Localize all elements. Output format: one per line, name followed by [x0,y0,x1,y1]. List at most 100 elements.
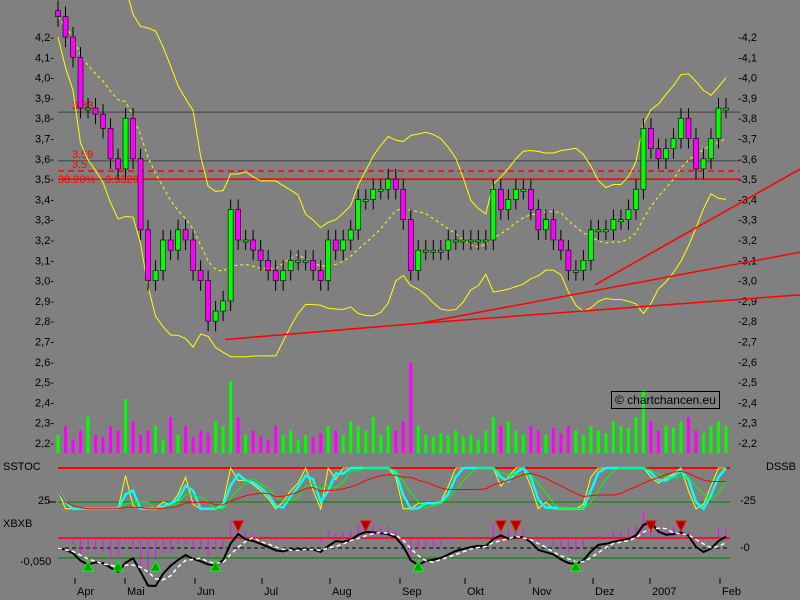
bollinger-lower [57,36,727,358]
candle-body [302,259,309,263]
volume-bar [589,426,593,453]
y-tick-left: 3,5- [35,174,54,186]
volume-bar [686,417,690,453]
volume-bar [604,433,608,453]
stoch-d [57,467,727,510]
y-tick-right: -3,4 [738,194,757,206]
volume-bar [544,435,548,453]
chart-canvas: -4,2 4,2- -4,1 4,1- -4,0 4,0- -3,9 3,9- -3,8 3,8-… [35,0,800,598]
xbxb-tick: -0,050 [20,556,52,568]
volume-bar [289,430,293,453]
candle-body [355,199,362,231]
volume-bar [446,435,450,453]
candle-body [175,229,181,251]
month-label: Aug [332,586,352,598]
y-tick-left: 3,6- [35,154,54,166]
y-tick-right: -3,9 [738,93,757,105]
y-tick-left: 2,9- [35,296,54,308]
volume-bar [574,430,578,453]
volume-bar [461,436,465,453]
volume-bar [274,426,278,453]
y-tick-left: 2,6- [35,357,54,369]
candle-body [122,117,129,170]
y-tick-left: 4,2- [35,32,54,44]
candle-body [310,259,316,271]
candle-body [407,219,414,271]
xbxb-tick-right: -0 [740,542,750,554]
candle-body [160,239,166,271]
trendline [420,251,800,324]
candle-body [392,178,399,190]
candle-body [167,239,174,251]
bollinger-upper [128,0,727,229]
volume-bar [56,435,60,453]
volume-bar [439,433,443,453]
volume-bar [266,439,270,453]
volume-bar [154,426,158,453]
volume-bar [559,433,563,453]
volume-bar [334,430,338,453]
y-tick-left: 2,3- [35,418,54,430]
y-tick-right: -2,2 [738,438,757,450]
volume-bar [454,430,458,453]
candle-body [483,239,489,243]
volume-bar [401,421,405,453]
candle-body [325,239,332,281]
candle-body [580,259,587,271]
candle-body [543,219,549,231]
candle-body [55,10,61,17]
candle-body [505,199,512,210]
candle-body [430,249,437,253]
bollinger-mid [57,16,727,273]
volume-bar [341,435,345,453]
volume-bar [551,427,555,453]
y-tick-right: -3,0 [738,276,757,288]
candle-body [220,300,226,312]
candle-body [715,107,722,139]
y-tick-right: -2,8 [738,316,757,328]
y-tick-left: 2,8- [35,316,54,328]
candle-body [520,188,527,192]
sell-signal-icon [232,520,244,533]
candle-body [558,239,564,251]
volume-bar [131,421,135,453]
candle-body [317,270,324,281]
candle-body [468,239,474,243]
candle-body [655,148,662,160]
y-tick-right: -3,2 [738,235,757,247]
candle-body [640,128,647,190]
month-label: Nov [532,586,552,598]
candle-body [685,117,692,139]
y-tick-left: 2,7- [35,337,54,349]
candle-body [70,36,76,58]
candle-body [723,107,729,111]
candle-body [182,229,189,241]
candle-body [528,188,534,210]
candle-body [235,209,241,241]
y-tick-right: -4,1 [738,52,757,64]
candle-body [107,128,114,160]
stoch-k [56,466,727,511]
candle-body [115,158,121,170]
candle-body [242,239,249,243]
candle-body [377,188,384,192]
volume-bar [671,427,675,453]
candle-body [205,280,211,322]
y-tick-right: -2,7 [738,337,757,349]
buy-signal-icon [149,559,162,572]
candle-body [250,239,256,251]
volume-bar [371,417,375,453]
y-tick-right: -2,5 [738,377,757,389]
volume-bar [476,439,480,453]
month-label: Jun [197,586,215,598]
candle-body [85,107,91,111]
trendline [595,168,800,286]
volume-bar [484,430,488,453]
month-label: Dez [595,586,615,598]
volume-bar [694,430,698,453]
candle-body [422,249,429,253]
volume-bar [94,435,98,453]
candle-body [100,113,106,129]
volume-bar [86,417,90,453]
volume-bar [184,426,188,453]
